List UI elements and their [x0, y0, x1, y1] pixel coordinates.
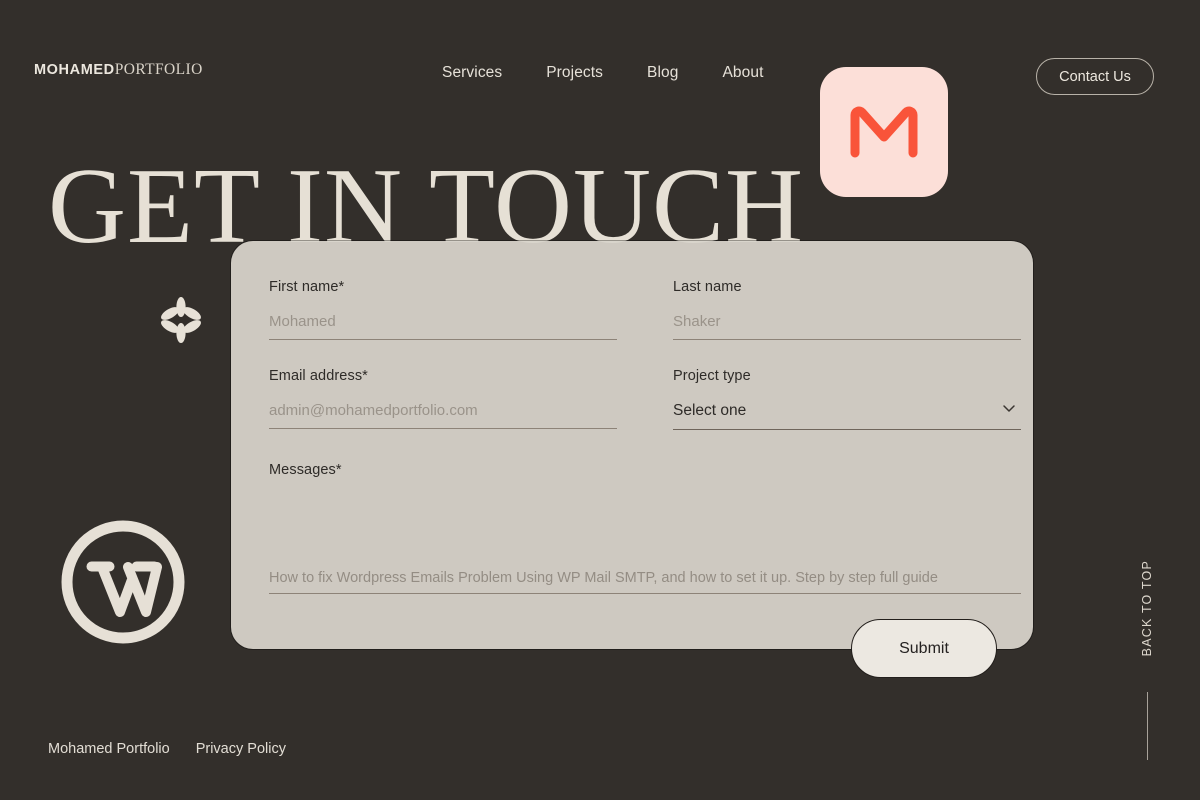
email-input[interactable] [269, 402, 617, 429]
first-name-label: First name* [269, 279, 345, 295]
project-type-label: Project type [673, 368, 751, 384]
back-to-top-label: BACK TO TOP [1140, 560, 1154, 657]
messages-textarea[interactable] [269, 496, 1021, 594]
nav-item-services[interactable]: Services [442, 64, 502, 82]
first-name-input[interactable] [269, 313, 617, 340]
main-navigation: Services Projects Blog About [442, 64, 763, 82]
footer-link-privacy-policy[interactable]: Privacy Policy [196, 741, 286, 757]
page-root: GET IN TOUCH MOHAMEDPORTFOLIO Services P… [0, 0, 1200, 800]
nav-item-about[interactable]: About [722, 64, 763, 82]
back-to-top-control[interactable]: BACK TO TOP [1136, 560, 1158, 760]
last-name-label: Last name [673, 279, 742, 295]
messages-field: Messages* [269, 462, 1021, 599]
nav-item-blog[interactable]: Blog [647, 64, 678, 82]
contact-us-button[interactable]: Contact Us [1036, 58, 1154, 95]
project-type-selected-value[interactable]: Select one [673, 402, 1021, 430]
last-name-input[interactable] [673, 313, 1021, 340]
wordpress-logo-icon [58, 517, 188, 647]
contact-form-card: First name* Last name Email address* Pro… [231, 241, 1033, 649]
logo-light-text: PORTFOLIO [114, 61, 203, 78]
contact-form-grid: First name* Last name Email address* Pro… [269, 279, 1021, 627]
footer-link-mohamed-portfolio[interactable]: Mohamed Portfolio [48, 741, 170, 757]
submit-button[interactable]: Submit [851, 619, 997, 678]
logo-bold-text: MOHAMED [34, 62, 115, 78]
site-header: MOHAMEDPORTFOLIO Services Projects Blog … [0, 0, 1200, 130]
messages-label: Messages* [269, 462, 342, 478]
site-logo[interactable]: MOHAMEDPORTFOLIO [34, 62, 203, 78]
asterisk-flower-icon [157, 296, 205, 344]
first-name-field: First name* [269, 279, 617, 340]
email-label: Email address* [269, 368, 368, 384]
project-type-select[interactable]: Select one [673, 402, 1021, 430]
project-type-field: Project type Select one [673, 368, 1021, 430]
back-to-top-line [1147, 692, 1148, 760]
nav-item-projects[interactable]: Projects [546, 64, 603, 82]
site-footer: Mohamed Portfolio Privacy Policy [48, 741, 286, 757]
email-field: Email address* [269, 368, 617, 430]
last-name-field: Last name [673, 279, 1021, 340]
